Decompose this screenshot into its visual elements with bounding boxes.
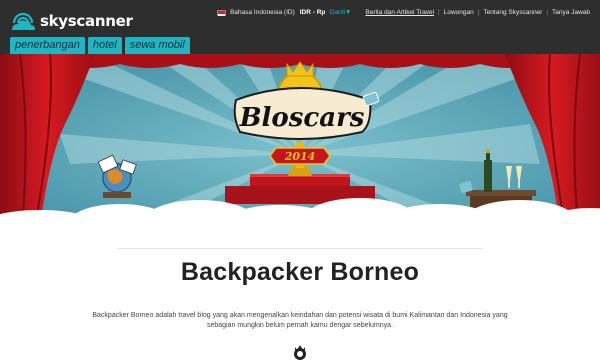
tab-penerbangan[interactable]: penerbangan	[10, 37, 85, 54]
top-bar: skyscanner penerbangan hotel sewa mobil …	[0, 0, 600, 54]
tab-sewa-mobil[interactable]: sewa mobil	[124, 37, 190, 54]
cloud-sun-icon	[10, 10, 36, 32]
news-articles-link[interactable]: Berita dan Artikel Travel	[365, 9, 434, 16]
separator: |	[546, 9, 549, 16]
year-text: 2014	[284, 150, 316, 163]
product-tabs: penerbangan hotel sewa mobil	[10, 37, 190, 54]
skyscanner-logo[interactable]: skyscanner	[10, 8, 133, 34]
page-title: Backpacker Borneo	[180, 258, 420, 286]
header-links: Bahasa Indonesia (ID) IDR - Rp Ganti▼ Be…	[217, 9, 590, 16]
currency-label: IDR - Rp	[299, 9, 326, 16]
bloscars-title: Bloscars	[239, 103, 365, 133]
page-description: Backpacker Borneo adalah travel blog yan…	[50, 311, 550, 331]
change-locale-link[interactable]: Ganti▼	[329, 9, 351, 16]
indonesia-flag-icon	[217, 9, 227, 16]
content-divider	[118, 248, 482, 249]
jobs-link[interactable]: Lowongan	[444, 9, 474, 16]
award-badge-icon[interactable]	[291, 343, 309, 364]
bloscars-banner: 2014 Bloscars	[0, 54, 600, 226]
separator: |	[477, 9, 480, 16]
faq-link[interactable]: Tanya Jawab	[552, 9, 590, 16]
separator: |	[438, 9, 440, 16]
language-selector[interactable]: Bahasa Indonesia (ID)	[230, 9, 295, 16]
about-link[interactable]: Tentang Skyscanner	[483, 9, 542, 16]
description-line: sebagian mungkin belum pernah kamu denga…	[206, 322, 393, 329]
tab-hotel[interactable]: hotel	[87, 37, 122, 54]
description-line: Backpacker Borneo adalah travel blog yan…	[92, 312, 508, 319]
brand-name: skyscanner	[40, 12, 133, 30]
